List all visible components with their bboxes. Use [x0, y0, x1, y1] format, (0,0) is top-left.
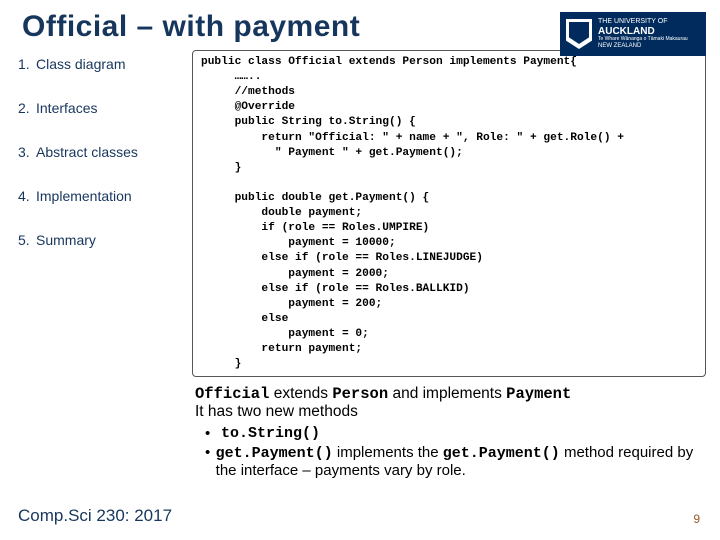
page-number: 9 — [693, 512, 700, 526]
code-listing: public class Official extends Person imp… — [192, 50, 706, 377]
nav-item-class-diagram: 1.Class diagram — [18, 56, 182, 72]
logo-line1: THE UNIVERSITY OF — [598, 18, 688, 26]
nav-item-summary: 5.Summary — [18, 232, 182, 248]
nav-item-abstract-classes: 3.Abstract classes — [18, 144, 182, 160]
desc-line2: It has two new methods — [195, 403, 704, 421]
crest-icon — [566, 19, 592, 49]
nav-item-interfaces: 2.Interfaces — [18, 100, 182, 116]
bullet-getpayment: • get.Payment() implements the get.Payme… — [205, 444, 704, 479]
logo-line4: NEW ZEALAND — [598, 43, 688, 50]
desc-official: Official — [195, 385, 269, 403]
outline-sidebar: 1.Class diagram 2.Interfaces 3.Abstract … — [18, 48, 182, 377]
nav-item-implementation: 4.Implementation — [18, 188, 182, 204]
bullet-tostring: • to.String() — [205, 425, 704, 442]
university-logo: THE UNIVERSITY OF AUCKLAND Te Whare Wāna… — [560, 12, 706, 56]
description-block: Official extends Person and implements P… — [0, 377, 720, 479]
course-footer: Comp.Sci 230: 2017 — [18, 506, 172, 526]
